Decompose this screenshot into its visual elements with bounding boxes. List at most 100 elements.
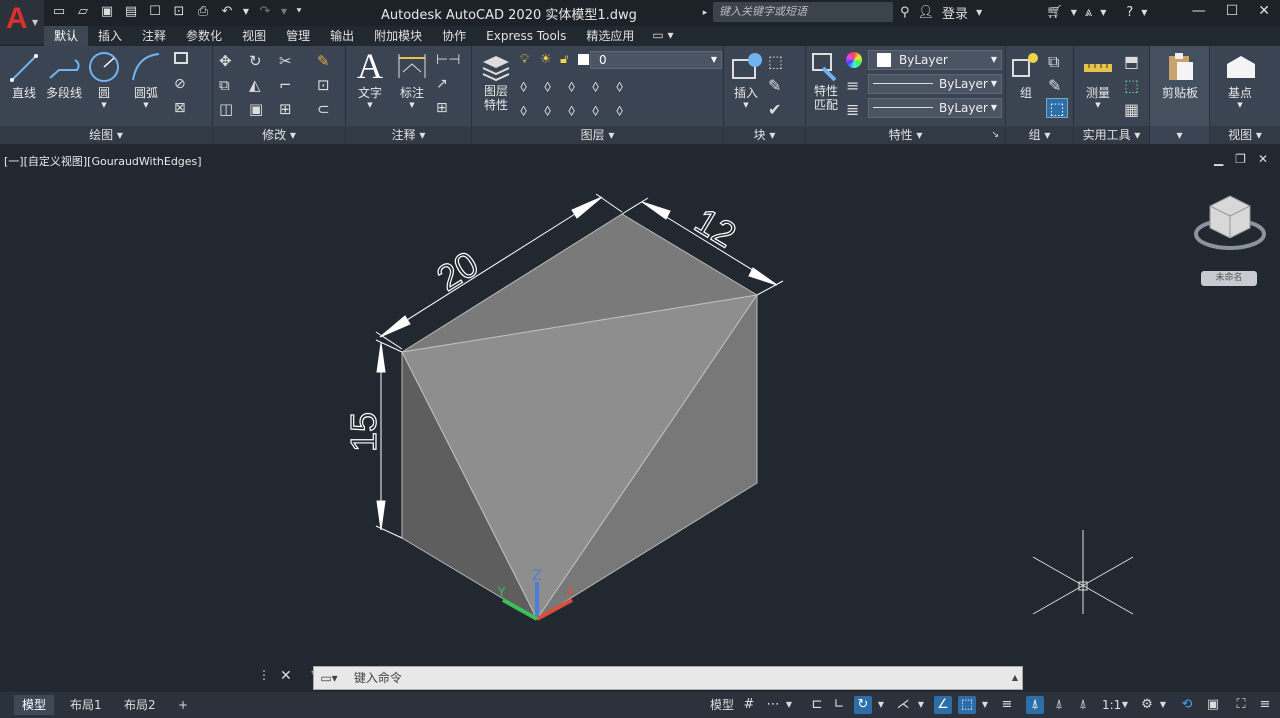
linetype-icon[interactable]: ≡ [846, 76, 864, 95]
fillet-icon[interactable]: ⌐ [279, 76, 297, 94]
search-input[interactable]: 键入关键字或短语 [713, 2, 893, 22]
maximize-icon[interactable]: ☐ [1226, 3, 1239, 19]
block-panel-label[interactable]: 块 ▾ [724, 126, 805, 144]
paste-tool[interactable]: 剪贴板 [1158, 50, 1202, 101]
annotation-scale-icon[interactable]: ⍋ [1074, 696, 1092, 714]
chevron-down-icon[interactable]: ▼ [280, 3, 288, 21]
linear-dim-icon[interactable]: ⊢⊣ [436, 52, 460, 70]
chevron-down-icon[interactable]: ▼ [128, 101, 164, 109]
edit-attributes-icon[interactable]: ✔ [768, 100, 786, 119]
drawing-viewport[interactable]: [一][自定义视图][GouraudWithEdges] ▁ ❐ ✕ 20 12… [0, 144, 1280, 692]
create-block-icon[interactable]: ⬚ [768, 52, 786, 71]
chevron-down-icon[interactable]: ▼ [1120, 696, 1130, 714]
line-tool[interactable]: 直线 [6, 50, 42, 101]
search-expand-icon[interactable]: ▸ [700, 4, 710, 22]
application-menu-button[interactable]: A ▼ [0, 0, 44, 44]
dimension-tool[interactable]: 标注 ▼ [394, 50, 430, 109]
lineweight-icon[interactable]: ≣ [846, 100, 864, 119]
layer-tool-icon[interactable]: ⬨ [616, 76, 634, 95]
groups-panel-label[interactable]: 组 ▾ [1006, 126, 1073, 144]
modify-panel-label[interactable]: 修改 ▾ [213, 126, 345, 144]
undo-icon[interactable]: ↶ [218, 3, 236, 21]
ungroup-icon[interactable]: ⧉ [1048, 52, 1066, 71]
tab-model[interactable]: 模型 [14, 695, 55, 715]
tab-featured-apps[interactable]: 精选应用 [576, 26, 644, 46]
layer-tool-icon[interactable]: ⬨ [592, 100, 610, 119]
arc-tool[interactable]: 圆弧 ▼ [128, 50, 164, 109]
login-link[interactable]: 登录 [942, 3, 968, 22]
measure-tool[interactable]: 测量 ▼ [1078, 50, 1118, 109]
edit-block-icon[interactable]: ✎ [768, 76, 786, 95]
layer-tool-icon[interactable]: ⬨ [616, 100, 634, 119]
layer-lock-icon[interactable]: 🔓︎ [560, 52, 578, 70]
select-all-icon[interactable]: ⬚ [1124, 76, 1142, 95]
chevron-down-icon[interactable]: ▼ [916, 696, 926, 714]
help-icon[interactable]: ? [1126, 5, 1133, 20]
layers-panel-label[interactable]: 图层 ▾ [472, 126, 723, 144]
customization-icon[interactable]: ≡ [1256, 696, 1274, 714]
snap-icon[interactable]: ⋯ [764, 696, 782, 714]
save-icon[interactable]: ▣ [98, 3, 116, 21]
chevron-down-icon[interactable]: ▼ [1158, 696, 1168, 714]
lineweight-icon[interactable]: ≡ [998, 696, 1016, 714]
user-icon[interactable]: 👤︎ [918, 5, 935, 20]
drag-handle-icon[interactable]: ⋮ [258, 668, 270, 684]
array-icon[interactable]: ⊞ [279, 100, 297, 118]
object-snap-tracking-icon[interactable]: ∠ [934, 696, 952, 714]
tab-express-tools[interactable]: Express Tools [476, 26, 576, 46]
layer-freeze-icon[interactable]: ☀ [540, 52, 558, 70]
command-history-icon[interactable]: ▲ [1012, 667, 1018, 689]
group-selection-icon[interactable]: ⬚ [1046, 98, 1068, 118]
command-input[interactable]: 键入命令 [354, 671, 402, 685]
layer-tool-icon[interactable]: ⬨ [568, 76, 586, 95]
chevron-down-icon[interactable]: ▼ [1100, 8, 1106, 17]
isodraft-icon[interactable]: ⋌ [894, 696, 912, 714]
explode-icon[interactable]: ⊡ [317, 76, 335, 94]
chevron-down-icon[interactable]: ▼ [1141, 8, 1147, 17]
chevron-down-icon[interactable]: ▼ [394, 101, 430, 109]
group-edit-icon[interactable]: ✎ [1048, 76, 1066, 95]
copy-icon[interactable]: ⧉ [219, 76, 237, 94]
mirror-icon[interactable]: ◭ [249, 76, 267, 94]
chevron-down-icon[interactable]: ▼ [86, 101, 122, 109]
chevron-down-icon[interactable]: ▼ [728, 101, 764, 109]
color-dropdown[interactable]: ByLayer ▼ [868, 50, 1002, 70]
circle-tool[interactable]: 圆 ▼ [86, 50, 122, 109]
layer-tool-icon[interactable]: ⬨ [592, 76, 610, 95]
layer-properties-tool[interactable]: 图层 特性 [474, 50, 518, 112]
layer-tool-icon[interactable]: ⬨ [520, 76, 538, 95]
exchange-apps-icon[interactable]: 🛒︎ [1046, 5, 1063, 20]
tab-default[interactable]: 默认 [44, 26, 89, 46]
plot-icon[interactable]: ⎙ [194, 3, 212, 21]
rectangle-icon[interactable] [174, 52, 188, 64]
add-layout-button[interactable]: + [170, 695, 196, 715]
open-file-icon[interactable]: ▱ [74, 3, 92, 21]
object-snap-icon[interactable]: ⬚ [958, 696, 976, 714]
match-properties-tool[interactable]: 特性 匹配 [808, 50, 844, 112]
scale-icon[interactable]: ▣ [249, 100, 267, 118]
tab-manage[interactable]: 管理 [276, 26, 320, 46]
group-tool[interactable]: 组 [1008, 50, 1044, 101]
layer-on-icon[interactable]: 💡︎ [520, 52, 538, 70]
ucs-name-dropdown[interactable]: 未命名 [1201, 271, 1257, 286]
rotate-icon[interactable]: ↻ [249, 52, 267, 70]
layer-dropdown[interactable]: 0 ▼ [590, 51, 722, 69]
view-panel-label[interactable]: 视图 ▾ [1210, 126, 1280, 144]
properties-panel-label[interactable]: 特性 ▾ ↘ [806, 126, 1005, 144]
text-tool[interactable]: A 文字 ▼ [352, 48, 388, 109]
annotation-visibility-icon[interactable]: ⍋ [1026, 696, 1044, 714]
draw-panel-label[interactable]: 绘图 ▾ [0, 126, 212, 144]
lineweight-dropdown[interactable]: ByLayer ▼ [868, 98, 1002, 118]
chevron-down-icon[interactable]: ▼ [980, 696, 990, 714]
polar-tracking-icon[interactable]: ↻ [854, 696, 872, 714]
chevron-down-icon[interactable]: ▼ [784, 696, 794, 714]
web-mobile-open-icon[interactable]: ☐ [146, 3, 164, 21]
tab-parametric[interactable]: 参数化 [176, 26, 232, 46]
polyline-tool[interactable]: 多段线 [44, 50, 84, 101]
tab-addins[interactable]: 附加模块 [364, 26, 432, 46]
command-prompt-icon[interactable]: ▭▾ [314, 667, 344, 689]
ortho-icon[interactable]: ∟ [830, 696, 848, 714]
ribbon-minimize-icon[interactable]: ▭ ▾ [652, 26, 673, 46]
stretch-icon[interactable]: ◫ [219, 100, 237, 118]
viewcube[interactable] [1194, 194, 1266, 254]
